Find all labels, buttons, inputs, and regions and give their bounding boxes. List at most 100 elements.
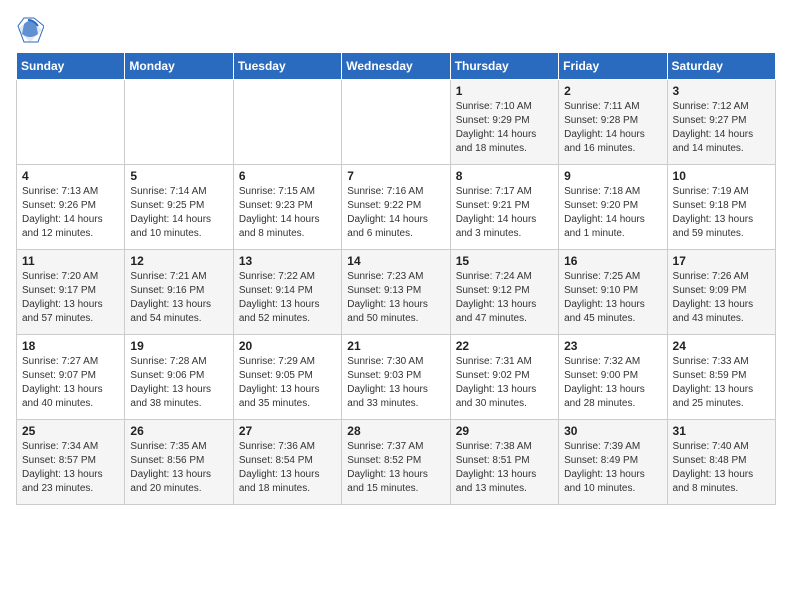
week-row-4: 18 Sunrise: 7:27 AM Sunset: 9:07 PM Dayli… bbox=[17, 335, 776, 420]
page-header bbox=[16, 16, 776, 44]
day-info: Sunrise: 7:38 AM Sunset: 8:51 PM Dayligh… bbox=[456, 440, 553, 496]
day-info: Sunrise: 7:23 AM Sunset: 9:13 PM Dayligh… bbox=[347, 270, 444, 326]
day-number: 20 bbox=[239, 339, 336, 353]
day-info: Sunrise: 7:10 AM Sunset: 9:29 PM Dayligh… bbox=[456, 100, 553, 156]
calendar-cell: 17 Sunrise: 7:26 AM Sunset: 9:09 PM Dayli… bbox=[667, 250, 775, 335]
day-info: Sunrise: 7:31 AM Sunset: 9:02 PM Dayligh… bbox=[456, 355, 553, 411]
calendar-cell bbox=[342, 80, 450, 165]
day-number: 14 bbox=[347, 254, 444, 268]
day-number: 28 bbox=[347, 424, 444, 438]
day-info: Sunrise: 7:18 AM Sunset: 9:20 PM Dayligh… bbox=[564, 185, 661, 241]
calendar-cell bbox=[233, 80, 341, 165]
day-header-monday: Monday bbox=[125, 53, 233, 80]
calendar-cell: 13 Sunrise: 7:22 AM Sunset: 9:14 PM Dayli… bbox=[233, 250, 341, 335]
calendar-cell: 16Sunrise: 7:25 AM Sunset: 9:10 PM Dayli… bbox=[559, 250, 667, 335]
day-number: 21 bbox=[347, 339, 444, 353]
calendar-cell: 7 Sunrise: 7:16 AM Sunset: 9:22 PM Daylig… bbox=[342, 165, 450, 250]
day-number: 4 bbox=[22, 169, 119, 183]
day-number: 6 bbox=[239, 169, 336, 183]
calendar-cell: 29 Sunrise: 7:38 AM Sunset: 8:51 PM Dayli… bbox=[450, 420, 558, 505]
calendar-cell: 27 Sunrise: 7:36 AM Sunset: 8:54 PM Dayli… bbox=[233, 420, 341, 505]
day-number: 11 bbox=[22, 254, 119, 268]
day-info: Sunrise: 7:26 AM Sunset: 9:09 PM Dayligh… bbox=[673, 270, 770, 326]
day-number: 7 bbox=[347, 169, 444, 183]
day-header-row: SundayMondayTuesdayWednesdayThursdayFrid… bbox=[17, 53, 776, 80]
day-info: Sunrise: 7:25 AM Sunset: 9:10 PM Dayligh… bbox=[564, 270, 661, 326]
week-row-5: 25Sunrise: 7:34 AM Sunset: 8:57 PM Dayli… bbox=[17, 420, 776, 505]
calendar-cell: 28Sunrise: 7:37 AM Sunset: 8:52 PM Dayli… bbox=[342, 420, 450, 505]
day-number: 8 bbox=[456, 169, 553, 183]
day-info: Sunrise: 7:14 AM Sunset: 9:25 PM Dayligh… bbox=[130, 185, 227, 241]
day-number: 24 bbox=[673, 339, 770, 353]
calendar-cell: 14 Sunrise: 7:23 AM Sunset: 9:13 PM Dayli… bbox=[342, 250, 450, 335]
calendar-cell: 9 Sunrise: 7:18 AM Sunset: 9:20 PM Daylig… bbox=[559, 165, 667, 250]
day-header-wednesday: Wednesday bbox=[342, 53, 450, 80]
calendar-cell: 26Sunrise: 7:35 AM Sunset: 8:56 PM Dayli… bbox=[125, 420, 233, 505]
day-header-tuesday: Tuesday bbox=[233, 53, 341, 80]
calendar-cell bbox=[17, 80, 125, 165]
calendar-cell: 23 Sunrise: 7:32 AM Sunset: 9:00 PM Dayli… bbox=[559, 335, 667, 420]
day-number: 23 bbox=[564, 339, 661, 353]
day-info: Sunrise: 7:29 AM Sunset: 9:05 PM Dayligh… bbox=[239, 355, 336, 411]
day-info: Sunrise: 7:15 AM Sunset: 9:23 PM Dayligh… bbox=[239, 185, 336, 241]
day-number: 22 bbox=[456, 339, 553, 353]
day-number: 2 bbox=[564, 84, 661, 98]
calendar-cell: 22 Sunrise: 7:31 AM Sunset: 9:02 PM Dayli… bbox=[450, 335, 558, 420]
day-number: 5 bbox=[130, 169, 227, 183]
day-number: 27 bbox=[239, 424, 336, 438]
day-number: 12 bbox=[130, 254, 227, 268]
day-number: 18 bbox=[22, 339, 119, 353]
day-header-friday: Friday bbox=[559, 53, 667, 80]
calendar-cell: 8 Sunrise: 7:17 AM Sunset: 9:21 PM Daylig… bbox=[450, 165, 558, 250]
day-info: Sunrise: 7:19 AM Sunset: 9:18 PM Dayligh… bbox=[673, 185, 770, 241]
day-number: 17 bbox=[673, 254, 770, 268]
calendar-cell: 4Sunrise: 7:13 AM Sunset: 9:26 PM Daylig… bbox=[17, 165, 125, 250]
calendar-cell: 1Sunrise: 7:10 AM Sunset: 9:29 PM Daylig… bbox=[450, 80, 558, 165]
day-info: Sunrise: 7:40 AM Sunset: 8:48 PM Dayligh… bbox=[673, 440, 770, 496]
calendar-cell: 10Sunrise: 7:19 AM Sunset: 9:18 PM Dayli… bbox=[667, 165, 775, 250]
day-header-saturday: Saturday bbox=[667, 53, 775, 80]
day-info: Sunrise: 7:33 AM Sunset: 8:59 PM Dayligh… bbox=[673, 355, 770, 411]
calendar-cell: 24 Sunrise: 7:33 AM Sunset: 8:59 PM Dayli… bbox=[667, 335, 775, 420]
calendar-cell: 15Sunrise: 7:24 AM Sunset: 9:12 PM Dayli… bbox=[450, 250, 558, 335]
day-info: Sunrise: 7:20 AM Sunset: 9:17 PM Dayligh… bbox=[22, 270, 119, 326]
day-info: Sunrise: 7:34 AM Sunset: 8:57 PM Dayligh… bbox=[22, 440, 119, 496]
day-number: 19 bbox=[130, 339, 227, 353]
day-header-thursday: Thursday bbox=[450, 53, 558, 80]
calendar-cell: 20 Sunrise: 7:29 AM Sunset: 9:05 PM Dayli… bbox=[233, 335, 341, 420]
calendar-cell: 12 Sunrise: 7:21 AM Sunset: 9:16 PM Dayli… bbox=[125, 250, 233, 335]
calendar-cell: 30Sunrise: 7:39 AM Sunset: 8:49 PM Dayli… bbox=[559, 420, 667, 505]
day-number: 9 bbox=[564, 169, 661, 183]
logo-icon bbox=[16, 16, 44, 44]
calendar-cell bbox=[125, 80, 233, 165]
calendar-table: SundayMondayTuesdayWednesdayThursdayFrid… bbox=[16, 52, 776, 505]
day-info: Sunrise: 7:16 AM Sunset: 9:22 PM Dayligh… bbox=[347, 185, 444, 241]
day-number: 15 bbox=[456, 254, 553, 268]
day-info: Sunrise: 7:36 AM Sunset: 8:54 PM Dayligh… bbox=[239, 440, 336, 496]
calendar-cell: 21Sunrise: 7:30 AM Sunset: 9:03 PM Dayli… bbox=[342, 335, 450, 420]
week-row-2: 4Sunrise: 7:13 AM Sunset: 9:26 PM Daylig… bbox=[17, 165, 776, 250]
day-number: 26 bbox=[130, 424, 227, 438]
day-number: 3 bbox=[673, 84, 770, 98]
day-info: Sunrise: 7:22 AM Sunset: 9:14 PM Dayligh… bbox=[239, 270, 336, 326]
day-info: Sunrise: 7:39 AM Sunset: 8:49 PM Dayligh… bbox=[564, 440, 661, 496]
day-header-sunday: Sunday bbox=[17, 53, 125, 80]
day-info: Sunrise: 7:28 AM Sunset: 9:06 PM Dayligh… bbox=[130, 355, 227, 411]
calendar-cell: 19 Sunrise: 7:28 AM Sunset: 9:06 PM Dayli… bbox=[125, 335, 233, 420]
day-number: 29 bbox=[456, 424, 553, 438]
day-number: 13 bbox=[239, 254, 336, 268]
week-row-1: 1Sunrise: 7:10 AM Sunset: 9:29 PM Daylig… bbox=[17, 80, 776, 165]
calendar-cell: 6 Sunrise: 7:15 AM Sunset: 9:23 PM Daylig… bbox=[233, 165, 341, 250]
day-info: Sunrise: 7:32 AM Sunset: 9:00 PM Dayligh… bbox=[564, 355, 661, 411]
calendar-cell: 5 Sunrise: 7:14 AM Sunset: 9:25 PM Daylig… bbox=[125, 165, 233, 250]
day-info: Sunrise: 7:11 AM Sunset: 9:28 PM Dayligh… bbox=[564, 100, 661, 156]
day-info: Sunrise: 7:12 AM Sunset: 9:27 PM Dayligh… bbox=[673, 100, 770, 156]
calendar-cell: 3 Sunrise: 7:12 AM Sunset: 9:27 PM Daylig… bbox=[667, 80, 775, 165]
calendar-cell: 11 Sunrise: 7:20 AM Sunset: 9:17 PM Dayli… bbox=[17, 250, 125, 335]
day-info: Sunrise: 7:17 AM Sunset: 9:21 PM Dayligh… bbox=[456, 185, 553, 241]
day-info: Sunrise: 7:21 AM Sunset: 9:16 PM Dayligh… bbox=[130, 270, 227, 326]
day-number: 31 bbox=[673, 424, 770, 438]
week-row-3: 11 Sunrise: 7:20 AM Sunset: 9:17 PM Dayli… bbox=[17, 250, 776, 335]
day-info: Sunrise: 7:27 AM Sunset: 9:07 PM Dayligh… bbox=[22, 355, 119, 411]
calendar-cell: 2 Sunrise: 7:11 AM Sunset: 9:28 PM Daylig… bbox=[559, 80, 667, 165]
